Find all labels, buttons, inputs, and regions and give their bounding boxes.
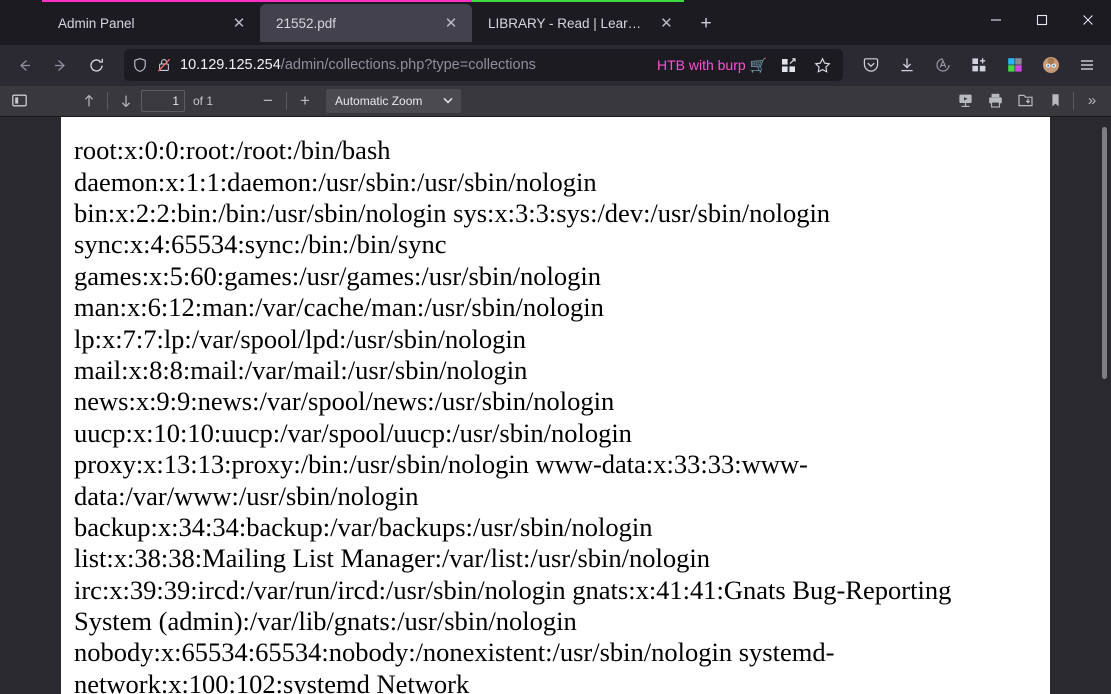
new-tab-button[interactable]: + — [690, 8, 722, 40]
next-page-button[interactable] — [111, 88, 141, 114]
close-button[interactable] — [1065, 0, 1111, 40]
pdf-page: root:x:0:0:root:/root:/bin/bashdaemon:x:… — [61, 117, 1050, 694]
chevron-down-icon — [443, 96, 453, 106]
save-icon[interactable] — [1010, 88, 1040, 114]
pdf-text-line: backup:x:34:34:backup:/var/backups:/usr/… — [74, 512, 1028, 543]
bookmark-icon[interactable] — [1040, 88, 1070, 114]
reader-mode-icon[interactable] — [925, 49, 961, 81]
insecure-lock-icon[interactable] — [156, 57, 172, 73]
tab-strip: Admin Panel ✕ 21552.pdf ✕ LIBRARY - Read… — [0, 0, 1111, 45]
sidebar-toggle-icon[interactable] — [4, 88, 34, 114]
pdf-text-line: news:x:9:9:news:/var/spool/news:/usr/sbi… — [74, 386, 1028, 417]
toolbar-divider — [107, 92, 108, 110]
tab-close-icon[interactable]: ✕ — [226, 10, 252, 36]
pdf-text-line: uucp:x:10:10:uucp:/var/spool/uucp:/usr/s… — [74, 418, 1028, 449]
tab-accent-line — [260, 0, 472, 2]
account-avatar-icon[interactable] — [1033, 49, 1069, 81]
pdf-text-line: irc:x:39:39:ircd:/var/run/ircd:/usr/sbin… — [74, 575, 1028, 638]
pdf-text-line: nobody:x:65534:65534:nobody:/nonexistent… — [74, 637, 1028, 694]
toolbar-divider — [286, 92, 287, 110]
more-tools-icon[interactable]: » — [1077, 88, 1107, 114]
browser-tab-21552-pdf[interactable]: 21552.pdf ✕ — [260, 4, 472, 42]
pdf-toolbar: of 1 − + Automatic Zoom » — [0, 86, 1111, 118]
zoom-out-button[interactable]: − — [253, 88, 283, 114]
pdf-text-line: daemon:x:1:1:daemon:/usr/sbin:/usr/sbin/… — [74, 167, 1028, 198]
back-button[interactable] — [6, 49, 42, 81]
tab-title: LIBRARY - Read | Learn | Have Fun — [488, 16, 647, 31]
reload-button[interactable] — [78, 49, 114, 81]
pdf-text-line: root:x:0:0:root:/root:/bin/bash — [74, 135, 1028, 166]
pdf-text-line: mail:x:8:8:mail:/var/mail:/usr/sbin/nolo… — [74, 355, 1028, 386]
tab-accent-line — [42, 0, 260, 2]
downloads-icon[interactable] — [889, 49, 925, 81]
bookmark-label[interactable]: HTB with burp 🛒 — [657, 57, 767, 74]
pdf-text-line: bin:x:2:2:bin:/bin:/usr/sbin/nologin sys… — [74, 198, 1028, 229]
window-controls — [973, 0, 1111, 45]
tab-list: Admin Panel ✕ 21552.pdf ✕ LIBRARY - Read… — [42, 0, 722, 45]
browser-toolbar-icons — [849, 49, 1105, 81]
tab-title: 21552.pdf — [276, 16, 428, 31]
url-text: 10.129.125.254/admin/collections.php?typ… — [180, 57, 649, 73]
pdf-text-line: lp:x:7:7:lp:/var/spool/lpd:/usr/sbin/nol… — [74, 324, 1028, 355]
tab-close-icon[interactable]: ✕ — [657, 10, 676, 36]
pdf-text-content: root:x:0:0:root:/root:/bin/bashdaemon:x:… — [74, 135, 1028, 694]
page-count-label: of 1 — [193, 94, 213, 108]
page-number-input[interactable] — [141, 90, 185, 112]
pdf-text-line: sync:x:4:65534:sync:/bin:/bin/sync — [74, 229, 1028, 260]
previous-page-button[interactable] — [74, 88, 104, 114]
pdf-text-line: games:x:5:60:games:/usr/games:/usr/sbin/… — [74, 261, 1028, 292]
container-tab-icon[interactable] — [775, 52, 801, 78]
maximize-button[interactable] — [1019, 0, 1065, 40]
address-bar[interactable]: 10.129.125.254/admin/collections.php?typ… — [124, 49, 843, 81]
app-menu-icon[interactable] — [1069, 49, 1105, 81]
tab-accent-line — [472, 0, 684, 2]
zoom-level-value: Automatic Zoom — [335, 94, 422, 108]
pocket-icon[interactable] — [853, 49, 889, 81]
pdf-text-line: list:x:38:38:Mailing List Manager:/var/l… — [74, 543, 1028, 574]
browser-tab-library[interactable]: LIBRARY - Read | Learn | Have Fun ✕ — [472, 4, 684, 42]
minimize-button[interactable] — [973, 0, 1019, 40]
colorways-icon[interactable] — [997, 49, 1033, 81]
tracking-shield-icon[interactable] — [132, 57, 148, 73]
pdf-text-line: man:x:6:12:man:/var/cache/man:/usr/sbin/… — [74, 292, 1028, 323]
shopping-cart-icon: 🛒 — [750, 57, 767, 73]
bookmark-star-icon[interactable] — [809, 52, 835, 78]
print-icon[interactable] — [980, 88, 1010, 114]
pdf-text-line: proxy:x:13:13:proxy:/bin:/usr/sbin/nolog… — [74, 449, 1028, 512]
extensions-icon[interactable] — [961, 49, 997, 81]
browser-tab-admin-panel[interactable]: Admin Panel ✕ — [42, 4, 260, 42]
presentation-mode-icon[interactable] — [950, 88, 980, 114]
toolbar-divider — [1073, 92, 1074, 110]
zoom-level-select[interactable]: Automatic Zoom — [326, 89, 461, 113]
url-path: /admin/collections.php?type=collections — [281, 57, 536, 73]
tab-close-icon[interactable]: ✕ — [438, 10, 464, 36]
vertical-scrollbar-thumb[interactable] — [1102, 127, 1107, 379]
url-host: 10.129.125.254 — [180, 57, 281, 73]
pdf-viewer: root:x:0:0:root:/root:/bin/bashdaemon:x:… — [0, 117, 1111, 694]
navigation-toolbar: 10.129.125.254/admin/collections.php?typ… — [0, 45, 1111, 86]
forward-button[interactable] — [42, 49, 78, 81]
browser-window: Admin Panel ✕ 21552.pdf ✕ LIBRARY - Read… — [0, 0, 1111, 694]
tab-title: Admin Panel — [58, 16, 216, 31]
zoom-in-button[interactable]: + — [290, 88, 320, 114]
